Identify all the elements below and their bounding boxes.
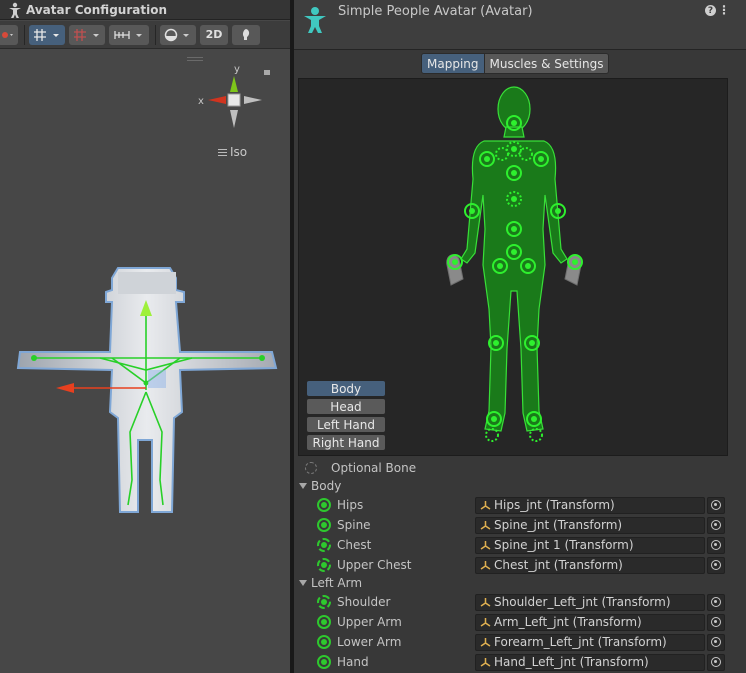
transform-icon: [480, 541, 491, 550]
avatar-icon: [304, 7, 326, 33]
bone-mapping-list: Optional Bone Body Hips Hips_jnt (Transf…: [294, 458, 746, 673]
bone-transform-value: Hips_jnt (Transform): [494, 498, 615, 512]
bone-row-spine: Spine Spine_jnt (Transform): [294, 515, 746, 535]
object-picker-button[interactable]: [707, 516, 725, 534]
bone-mapped-icon[interactable]: [317, 635, 331, 649]
bone-transform-value: Spine_jnt 1 (Transform): [494, 538, 634, 552]
scene-view[interactable]: Avatar Configuration 2D y x Iso: [0, 0, 290, 673]
bone-transform-value: Spine_jnt (Transform): [494, 518, 623, 532]
body-mapping-view: Body Head Left Hand Right Hand: [298, 78, 728, 456]
bone-label: Upper Chest: [337, 558, 412, 572]
tab-mapping[interactable]: Mapping: [421, 53, 485, 74]
bone-optional-mapped-icon[interactable]: [317, 595, 331, 609]
inspector-title: Simple People Avatar (Avatar): [338, 4, 533, 19]
tab-muscles-settings[interactable]: Muscles & Settings: [484, 53, 610, 74]
optional-bone-label: Optional Bone: [331, 461, 417, 475]
bone-label: Chest: [337, 538, 372, 552]
bone-mapped-icon[interactable]: [317, 498, 331, 512]
target-icon: [711, 560, 721, 570]
bone-row-upper-chest: Upper Chest Chest_jnt (Transform): [294, 555, 746, 575]
bone-transform-field[interactable]: Arm_Left_jnt (Transform): [475, 613, 705, 631]
bone-transform-field[interactable]: Chest_jnt (Transform): [475, 556, 705, 574]
bone-row-hand: Hand Hand_Left_jnt (Transform): [294, 652, 746, 672]
bone-transform-value: Hand_Left_jnt (Transform): [494, 655, 649, 669]
bone-transform-field[interactable]: Hand_Left_jnt (Transform): [475, 653, 705, 671]
body-part-left-hand-button[interactable]: Left Hand: [307, 417, 385, 432]
inspector-panel: Simple People Avatar (Avatar) ? ⋮ Mappin…: [294, 0, 746, 673]
object-picker-button[interactable]: [707, 653, 725, 671]
group-label: Left Arm: [311, 576, 363, 590]
bone-transform-value: Forearm_Left_jnt (Transform): [494, 635, 667, 649]
object-picker-button[interactable]: [707, 613, 725, 631]
bone-transform-field[interactable]: Hips_jnt (Transform): [475, 496, 705, 514]
foldout-arrow-icon: [299, 483, 307, 489]
more-options-icon[interactable]: ⋮: [718, 3, 730, 17]
transform-icon: [480, 521, 491, 530]
transform-icon: [480, 658, 491, 667]
bone-mapped-icon[interactable]: [317, 655, 331, 669]
transform-icon: [480, 598, 491, 607]
target-icon: [711, 597, 721, 607]
object-picker-button[interactable]: [707, 496, 725, 514]
bone-transform-field[interactable]: Spine_jnt (Transform): [475, 516, 705, 534]
bone-row-shoulder: Shoulder Shoulder_Left_jnt (Transform): [294, 592, 746, 612]
bone-label: Hand: [337, 655, 369, 669]
target-icon: [711, 617, 721, 627]
bone-transform-field[interactable]: Forearm_Left_jnt (Transform): [475, 633, 705, 651]
transform-icon: [480, 501, 491, 510]
object-picker-button[interactable]: [707, 556, 725, 574]
target-icon: [711, 540, 721, 550]
body-part-right-hand-button[interactable]: Right Hand: [307, 435, 385, 450]
bone-transform-field[interactable]: Shoulder_Left_jnt (Transform): [475, 593, 705, 611]
bone-label: Lower Arm: [337, 635, 402, 649]
group-label: Body: [311, 479, 342, 493]
foldout-arrow-icon: [299, 580, 307, 586]
group-left-arm-foldout[interactable]: Left Arm: [294, 573, 746, 593]
bone-label: Upper Arm: [337, 615, 402, 629]
bone-label: Hips: [337, 498, 364, 512]
bone-transform-field[interactable]: Spine_jnt 1 (Transform): [475, 536, 705, 554]
bone-optional-mapped-icon[interactable]: [317, 558, 331, 572]
target-icon: [711, 500, 721, 510]
bone-label: Spine: [337, 518, 371, 532]
bone-label: Shoulder: [337, 595, 391, 609]
transform-icon: [480, 638, 491, 647]
object-picker-button[interactable]: [707, 536, 725, 554]
bone-transform-value: Shoulder_Left_jnt (Transform): [494, 595, 671, 609]
help-icon[interactable]: ?: [705, 5, 716, 16]
optional-bone-icon: [305, 462, 317, 474]
optional-bone-legend: Optional Bone: [294, 458, 746, 478]
transform-icon: [480, 618, 491, 627]
bone-row-chest: Chest Spine_jnt 1 (Transform): [294, 535, 746, 555]
bone-mapped-icon[interactable]: [317, 518, 331, 532]
object-picker-button[interactable]: [707, 633, 725, 651]
inspector-header: Simple People Avatar (Avatar) ? ⋮: [294, 0, 746, 50]
object-picker-button[interactable]: [707, 593, 725, 611]
transform-icon: [480, 561, 491, 570]
bone-row-lower-arm: Lower Arm Forearm_Left_jnt (Transform): [294, 632, 746, 652]
target-icon: [711, 657, 721, 667]
body-part-selector: Body Head Left Hand Right Hand: [307, 381, 385, 453]
body-part-body-button[interactable]: Body: [307, 381, 385, 396]
target-icon: [711, 520, 721, 530]
bone-transform-value: Chest_jnt (Transform): [494, 558, 623, 572]
bone-row-hips: Hips Hips_jnt (Transform): [294, 495, 746, 515]
group-body-foldout[interactable]: Body: [294, 476, 746, 496]
bone-transform-value: Arm_Left_jnt (Transform): [494, 615, 642, 629]
target-icon: [711, 637, 721, 647]
bone-row-upper-arm: Upper Arm Arm_Left_jnt (Transform): [294, 612, 746, 632]
character-model[interactable]: [0, 0, 290, 673]
inspector-tabs: Mapping Muscles & Settings: [421, 53, 610, 74]
bone-mapped-icon[interactable]: [317, 615, 331, 629]
bone-optional-mapped-icon[interactable]: [317, 538, 331, 552]
body-part-head-button[interactable]: Head: [307, 399, 385, 414]
